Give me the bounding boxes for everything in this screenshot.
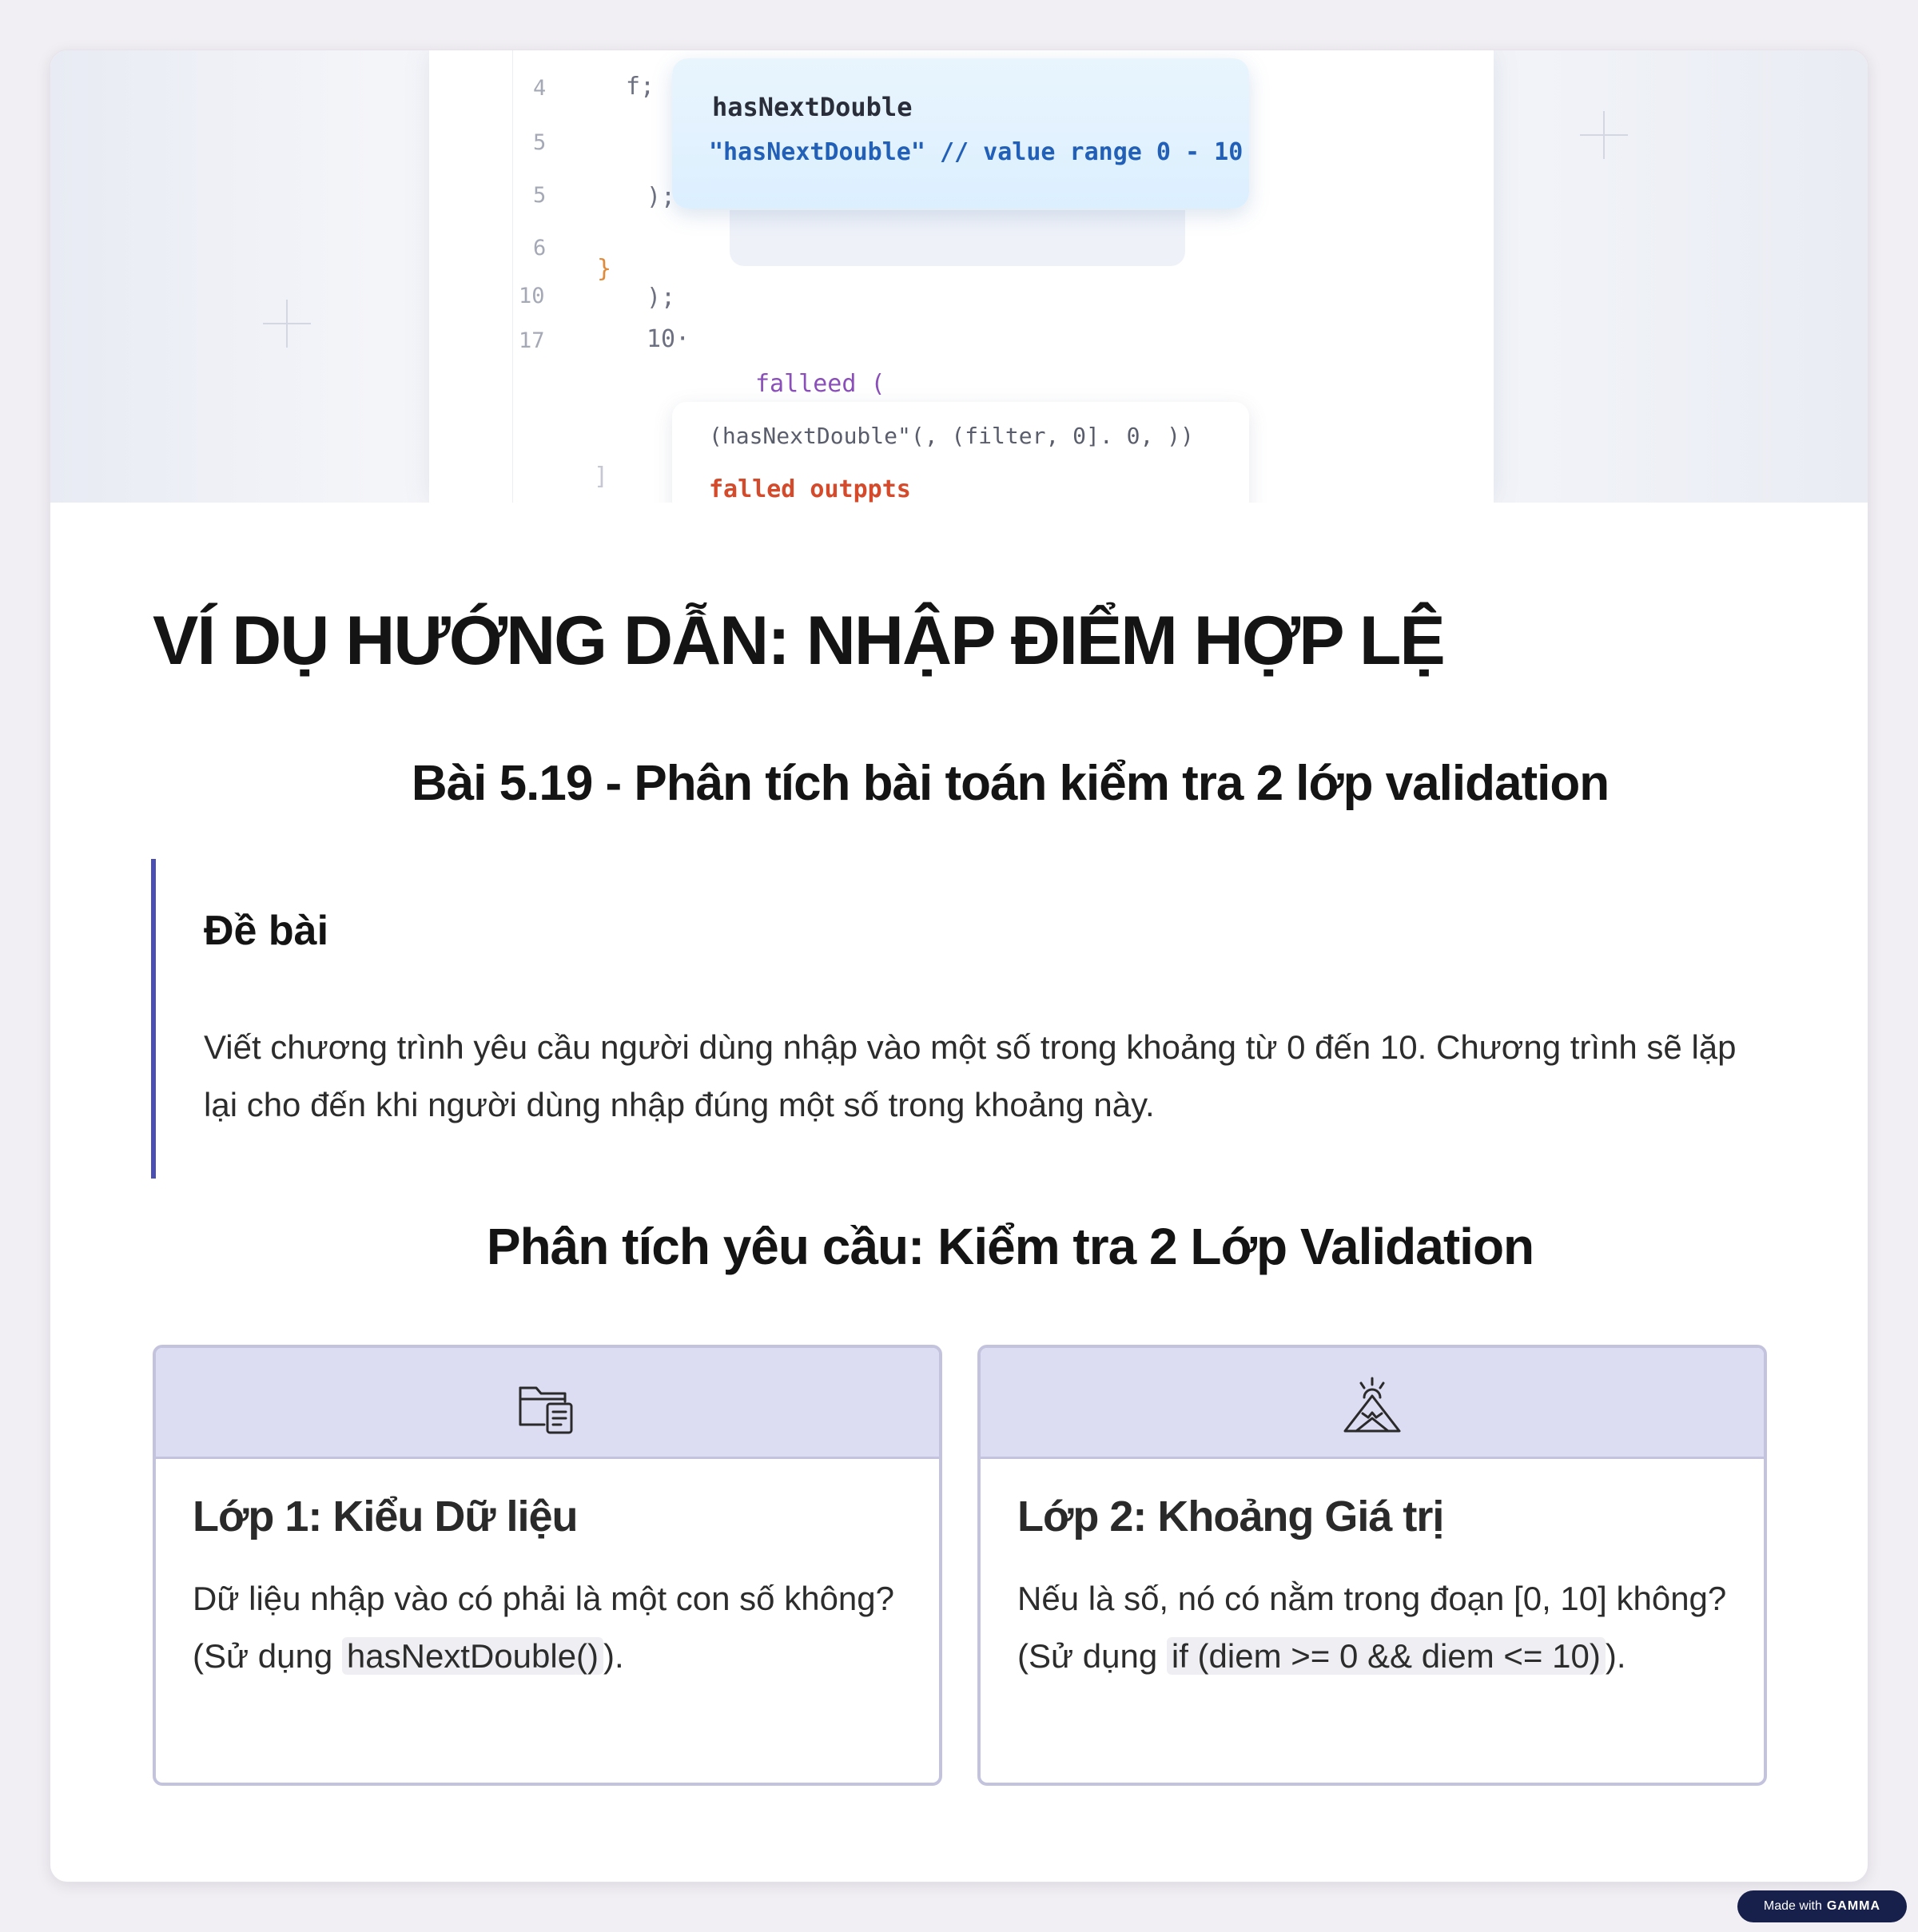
line-number: 10 [519, 284, 545, 308]
output-panel: (hasNextDouble"(, (filter, 0]. 0, )) fal… [672, 402, 1249, 503]
decorative-plus-icon [1580, 111, 1628, 159]
code-line: (hasNextDouble"(, (filter, 0]. 0, )) [709, 423, 1194, 449]
line-number: 5 [533, 183, 547, 208]
inline-code: if (diem >= 0 && diem <= 10) [1166, 1637, 1606, 1675]
tooltip-title: hasNextDouble [712, 92, 913, 122]
mountain-sunrise-icon [1343, 1377, 1401, 1433]
hero-image: 4 5 5 6 10 17 f; ); } ); 10· falleed ( ]… [50, 50, 1868, 503]
code-line: falleed ( [755, 370, 885, 398]
layer-card-header [156, 1348, 939, 1459]
badge-prefix: Made with [1763, 1899, 1822, 1913]
tooltip-shadow [730, 210, 1185, 266]
made-with-gamma-badge[interactable]: Made with GAMMA [1737, 1890, 1907, 1922]
layer-card-header [981, 1348, 1764, 1459]
decorative-plus-icon [263, 300, 311, 348]
code-line: 10· [647, 325, 690, 353]
layer-description: Nếu là số, nó có nằm trong đoạn [0, 10] … [1017, 1570, 1737, 1685]
layer-card-1: Lớp 1: Kiểu Dữ liệu Dữ liệu nhập vào có … [153, 1345, 942, 1786]
slide-card: 4 5 5 6 10 17 f; ); } ); 10· falleed ( ]… [50, 50, 1868, 1882]
analysis-title: Phân tích yêu cầu: Kiểm tra 2 Lớp Valida… [486, 1218, 1534, 1275]
problem-statement: Đề bài Viết chương trình yêu cầu người d… [151, 859, 1791, 1179]
line-gutter [429, 50, 513, 503]
layer-title: Lớp 1: Kiểu Dữ liệu [193, 1493, 579, 1540]
line-number: 4 [533, 76, 547, 101]
inline-code: hasNextDouble() [341, 1637, 604, 1675]
folder-document-icon [519, 1386, 573, 1434]
code-line: ); [647, 183, 676, 211]
problem-text: Viết chương trình yêu cầu người dùng nhậ… [204, 1028, 1737, 1123]
layer-text: ). [603, 1637, 624, 1675]
layer-title: Lớp 2: Khoảng Giá trị [1017, 1493, 1444, 1540]
code-line: falled outppts [709, 475, 911, 503]
code-line: f; [626, 73, 655, 101]
line-number: 17 [519, 328, 545, 353]
tooltip-line-string: "hasNextDouble" [709, 138, 925, 166]
layer-card-2: Lớp 2: Khoảng Giá trị Nếu là số, nó có n… [977, 1345, 1767, 1786]
problem-heading: Đề bài [204, 908, 329, 954]
code-line: ); [647, 284, 676, 312]
tooltip-line-comment: // value range 0 - 10 [925, 138, 1244, 166]
code-line: } [597, 255, 612, 283]
layer-description: Dữ liệu nhập vào có phải là một con số k… [193, 1570, 912, 1685]
code-line: ] [594, 463, 609, 491]
tooltip-line: "hasNextDouble" // value range 0 - 10 [709, 138, 1243, 166]
page-subtitle: Bài 5.19 - Phân tích bài toán kiểm tra 2… [411, 756, 1610, 811]
line-number: 5 [533, 130, 547, 155]
layer-text: ). [1605, 1637, 1626, 1675]
code-tooltip: hasNextDouble "hasNextDouble" // value r… [672, 58, 1249, 209]
page-title: VÍ DỤ HƯỚNG DẪN: NHẬP ĐIỂM HỢP LỆ [153, 602, 1446, 679]
gamma-logo: GAMMA [1826, 1899, 1881, 1913]
line-number: 6 [533, 236, 547, 260]
